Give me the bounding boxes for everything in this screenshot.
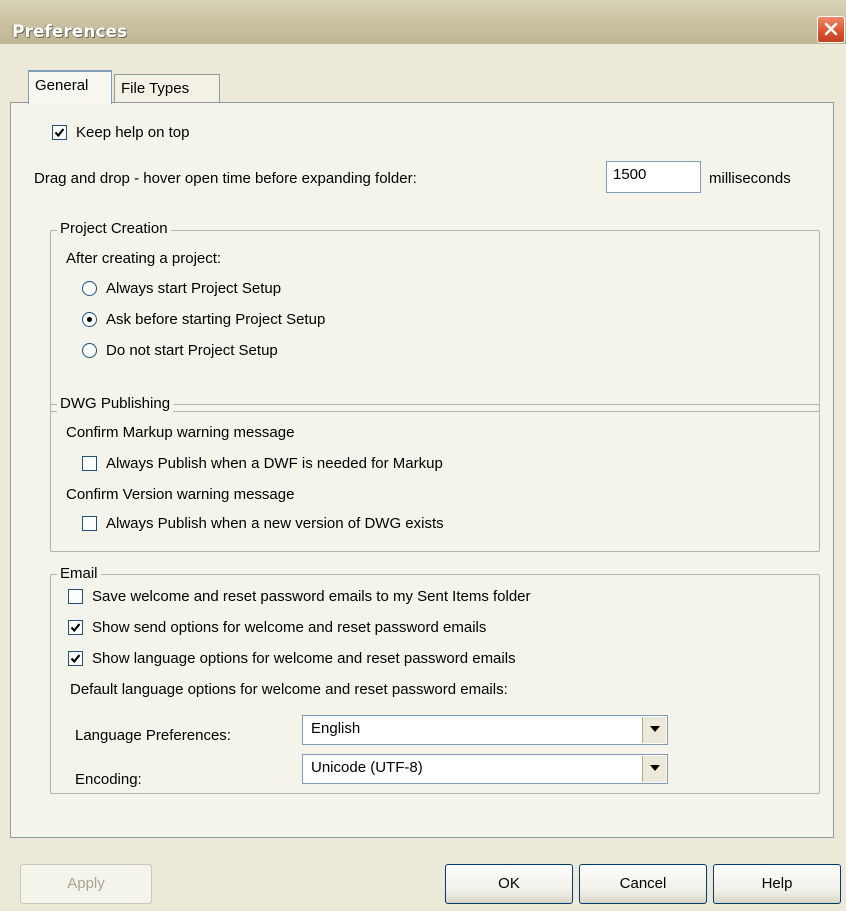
publish-dwf-markup-checkbox[interactable]: [82, 456, 97, 471]
do-not-start-setup-label: Do not start Project Setup: [106, 342, 278, 359]
markup-warning-heading: Confirm Markup warning message: [66, 424, 295, 441]
milliseconds-unit-label: milliseconds: [709, 170, 791, 187]
title-bar: Preferences: [0, 0, 846, 45]
keep-help-on-top-label: Keep help on top: [76, 124, 190, 141]
language-preferences-label: Language Preferences:: [75, 727, 231, 744]
do-not-start-setup-radio[interactable]: [82, 343, 97, 358]
ok-button[interactable]: OK: [445, 864, 573, 904]
encoding-label: Encoding:: [75, 771, 142, 788]
always-start-setup-label: Always start Project Setup: [106, 280, 282, 297]
help-button[interactable]: Help: [713, 864, 841, 904]
checkmark-icon: [54, 128, 65, 138]
radio-selected-dot: [87, 317, 92, 322]
language-dropdown-button[interactable]: [642, 717, 666, 743]
chevron-down-icon: [650, 765, 660, 771]
keep-help-on-top-checkbox[interactable]: [52, 125, 67, 140]
publish-new-version-checkbox[interactable]: [82, 516, 97, 531]
show-send-options-checkbox[interactable]: [68, 620, 83, 635]
ask-before-setup-radio[interactable]: [82, 312, 97, 327]
close-icon: [824, 22, 838, 36]
after-creating-project-label: After creating a project:: [66, 250, 222, 267]
hover-time-input[interactable]: 1500: [606, 161, 701, 193]
encoding-dropdown-button[interactable]: [642, 756, 666, 782]
email-legend: Email: [57, 565, 101, 582]
cancel-button[interactable]: Cancel: [579, 864, 707, 904]
close-button[interactable]: [817, 16, 845, 43]
apply-button[interactable]: Apply: [20, 864, 152, 904]
checkmark-icon: [70, 623, 81, 633]
window-title: Preferences: [12, 22, 128, 42]
version-warning-heading: Confirm Version warning message: [66, 486, 295, 503]
publish-dwf-markup-label: Always Publish when a DWF is needed for …: [106, 455, 443, 472]
publish-new-version-label: Always Publish when a new version of DWG…: [106, 515, 444, 532]
drag-drop-label: Drag and drop - hover open time before e…: [34, 170, 417, 187]
language-preferences-select[interactable]: English: [302, 715, 668, 745]
tab-general-label: General: [35, 77, 89, 94]
show-language-options-checkbox[interactable]: [68, 651, 83, 666]
project-creation-legend: Project Creation: [57, 220, 171, 237]
save-sent-items-label: Save welcome and reset password emails t…: [92, 588, 531, 605]
ask-before-setup-label: Ask before starting Project Setup: [106, 311, 326, 328]
dialog-body: General File Types Keep help on top Drag…: [0, 44, 846, 911]
always-start-setup-radio[interactable]: [82, 281, 97, 296]
save-sent-items-checkbox[interactable]: [68, 589, 83, 604]
chevron-down-icon: [650, 726, 660, 732]
show-send-options-label: Show send options for welcome and reset …: [92, 619, 487, 636]
encoding-select[interactable]: Unicode (UTF-8): [302, 754, 668, 784]
tab-file-types[interactable]: File Types: [114, 74, 220, 104]
tab-general[interactable]: General: [28, 70, 112, 104]
tab-file-types-label: File Types: [121, 80, 190, 97]
show-language-options-label: Show language options for welcome and re…: [92, 650, 516, 667]
language-selected-value: English: [311, 720, 361, 737]
default-language-heading: Default language options for welcome and…: [70, 681, 508, 698]
checkmark-icon: [70, 654, 81, 664]
dwg-publishing-legend: DWG Publishing: [57, 395, 174, 412]
encoding-selected-value: Unicode (UTF-8): [311, 759, 423, 776]
